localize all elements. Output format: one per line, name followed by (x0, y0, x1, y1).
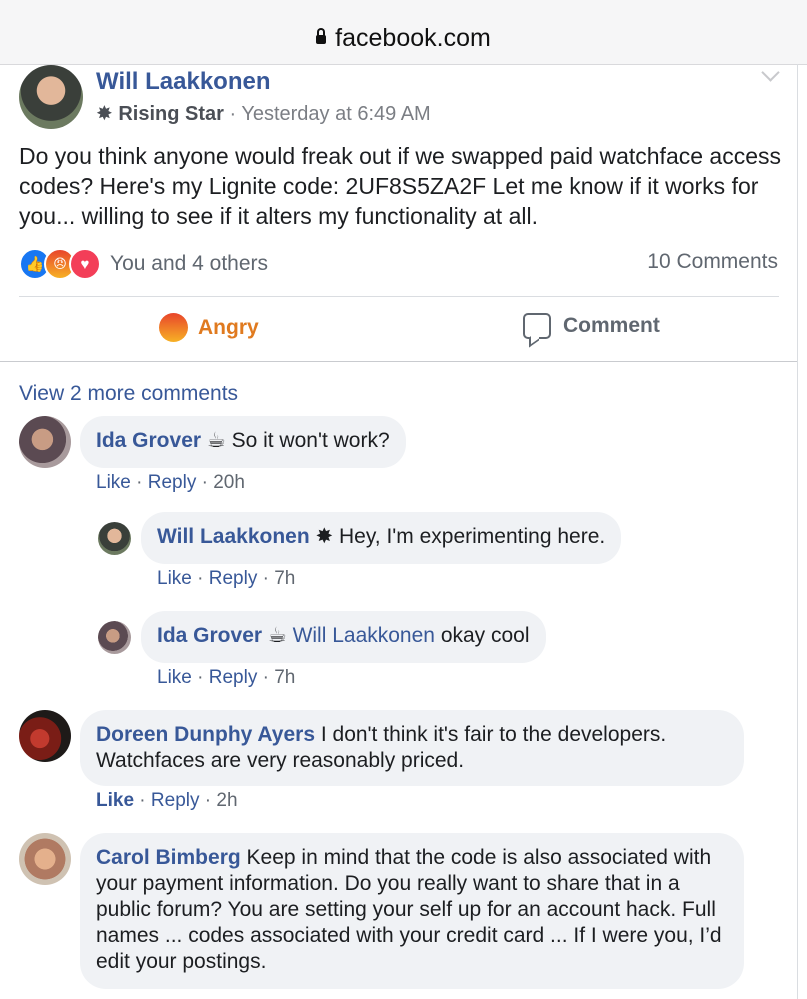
comments-count[interactable]: 10 Comments (647, 250, 778, 274)
reply-link[interactable]: Reply (148, 472, 197, 493)
avatar[interactable] (19, 833, 71, 885)
avatar[interactable] (98, 522, 131, 555)
comment-time[interactable]: 2h (216, 790, 237, 811)
post-timestamp[interactable]: Yesterday at 6:49 AM (241, 103, 430, 125)
reply-link[interactable]: Reply (209, 568, 258, 589)
url-display[interactable]: facebook.com (0, 24, 807, 53)
avatar[interactable] (19, 710, 71, 762)
mention-link[interactable]: Will Laakkonen (293, 624, 435, 647)
url-text: facebook.com (335, 24, 491, 52)
section-divider (0, 361, 797, 362)
comment-actions: Like · Reply · 20h (96, 472, 245, 493)
rising-star-icon: ✸ (96, 103, 113, 125)
avatar[interactable] (19, 65, 83, 129)
avatar[interactable] (98, 621, 131, 654)
comment-author[interactable]: Doreen Dunphy Ayers (96, 723, 315, 746)
coffee-icon: ☕ (206, 429, 226, 452)
post-author[interactable]: Will Laakkonen (96, 68, 271, 96)
comment-author[interactable]: Ida Grover (157, 624, 262, 647)
comment-text: So it won't work? (231, 429, 390, 452)
coffee-icon: ☕ (267, 624, 287, 647)
comment-time[interactable]: 20h (213, 472, 245, 493)
comment-bubble: Doreen Dunphy Ayers I don't think it's f… (80, 710, 744, 786)
angry-face-icon (159, 313, 188, 342)
comment-time[interactable]: 7h (274, 568, 295, 589)
avatar[interactable] (19, 416, 71, 468)
comment-bubble: Ida Grover ☕ Will Laakkonen okay cool (141, 611, 546, 663)
comment-time[interactable]: 7h (274, 667, 295, 688)
post-text: Do you think anyone would freak out if w… (19, 143, 781, 229)
comment-author[interactable]: Will Laakkonen (157, 525, 310, 548)
comment-bubble: Carol Bimberg Keep in mind that the code… (80, 833, 744, 989)
badge-label: Rising Star (118, 103, 224, 125)
angry-button[interactable]: Angry (159, 313, 259, 342)
like-link[interactable]: Like (96, 790, 134, 811)
angry-label: Angry (198, 315, 259, 339)
like-link[interactable]: Like (157, 568, 192, 589)
rising-star-icon: ✸ (315, 525, 334, 548)
like-link[interactable]: Like (157, 667, 192, 688)
comment-text: okay cool (440, 624, 530, 647)
view-more-comments[interactable]: View 2 more comments (19, 382, 238, 406)
comment-actions: Like · Reply · 2h (96, 790, 238, 811)
divider (19, 296, 779, 297)
post-meta: ✸ Rising Star · Yesterday at 6:49 AM (96, 101, 431, 126)
comment-label: Comment (563, 314, 660, 337)
reactions-text: You and 4 others (110, 252, 269, 275)
comment-text: Hey, I'm experimenting here. (338, 525, 606, 548)
chevron-down-icon[interactable] (761, 63, 780, 82)
comment-button[interactable]: Comment (523, 313, 660, 339)
love-reaction-icon: ♥ (69, 248, 101, 280)
comment-author[interactable]: Ida Grover (96, 429, 201, 452)
browser-address-bar[interactable]: facebook.com (0, 0, 807, 65)
reactions-summary[interactable]: 👍 😠 ♥ You and 4 others (19, 248, 268, 280)
meta-separator: · (229, 103, 242, 125)
reply-link[interactable]: Reply (209, 667, 258, 688)
lock-icon (316, 28, 327, 44)
comment-bubble: Ida Grover ☕ So it won't work? (80, 416, 406, 468)
comment-bubble: Will Laakkonen ✸ Hey, I'm experimenting … (141, 512, 622, 564)
comment-icon (523, 313, 551, 339)
reply-link[interactable]: Reply (151, 790, 200, 811)
comment-actions: Like · Reply · 7h (157, 568, 296, 589)
comment-author[interactable]: Carol Bimberg (96, 846, 241, 869)
comment-actions: Like · Reply · 7h (157, 667, 296, 688)
content-edge (797, 64, 798, 999)
like-link[interactable]: Like (96, 472, 131, 493)
